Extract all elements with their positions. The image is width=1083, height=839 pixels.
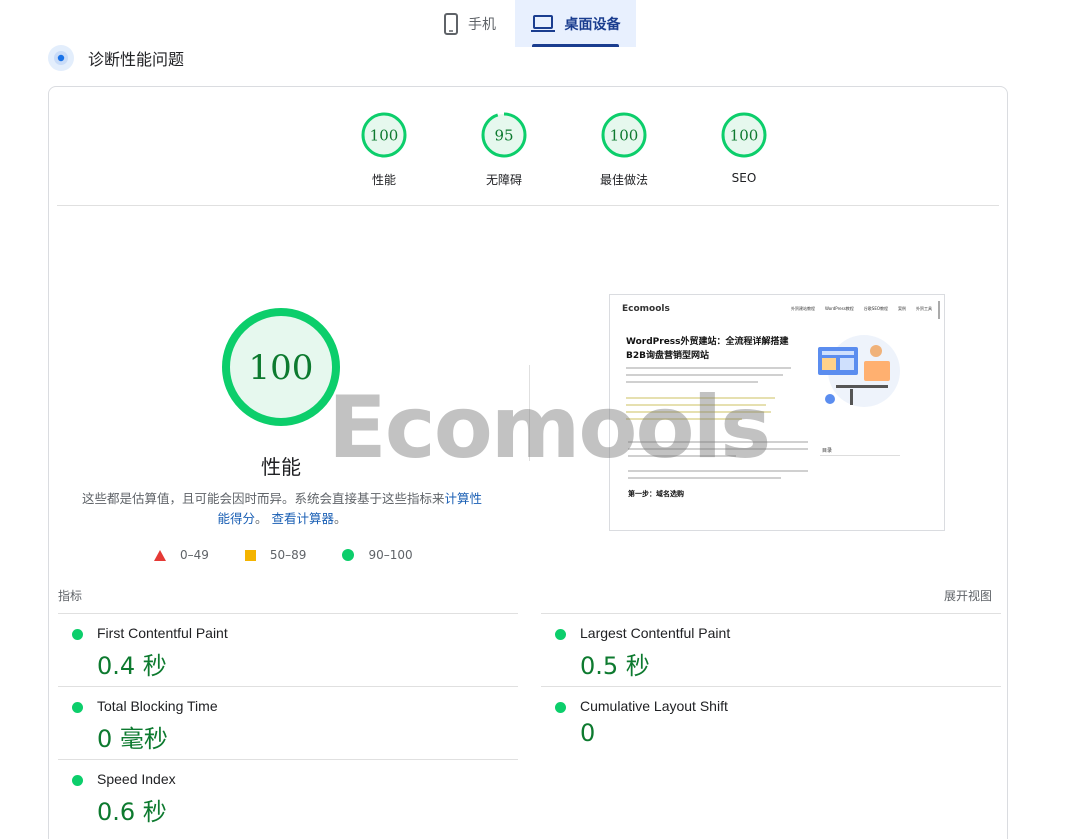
performance-score: 100 [249, 348, 314, 388]
metric-speed-index: Speed Index 0.6 秒 [58, 759, 518, 832]
thumb-body-lines [628, 441, 808, 484]
gauge-seo[interactable]: 100 SEO [684, 111, 804, 188]
lighthouse-icon [48, 45, 74, 71]
page-screenshot[interactable]: Ecomools 外贸建站教程 WordPress教程 谷歌SEO教程 案例 外… [609, 294, 945, 531]
tab-mobile-label: 手机 [468, 16, 496, 33]
note-suffix: 。 [334, 511, 347, 526]
performance-title: 性能 [261, 455, 301, 479]
gauge-label: 最佳做法 [599, 173, 648, 187]
gauge-ring: 100 [721, 112, 767, 158]
legend-average: 50–89 [244, 548, 307, 562]
metrics-header: 指标 展开视图 [58, 587, 992, 604]
pass-dot-icon [72, 629, 83, 640]
circle-icon [342, 549, 355, 561]
divider [57, 205, 999, 206]
diagnostics-header: 诊断性能问题 [48, 45, 184, 71]
gauge-score: 95 [494, 127, 513, 145]
performance-gauge-large: 100 [222, 308, 340, 426]
thumb-section-heading: 第一步：域名选购 [628, 490, 684, 498]
triangle-icon [154, 549, 166, 561]
square-icon [244, 549, 256, 561]
gauge-score: 100 [610, 127, 639, 145]
legend-pass-label: 90–100 [368, 548, 413, 562]
gauge-label: 无障碍 [485, 173, 522, 187]
thumb-toc-label: 目录 [822, 448, 833, 454]
vertical-divider [529, 365, 530, 461]
pass-dot-icon [72, 775, 83, 786]
thumb-logo: Ecomools [622, 304, 670, 314]
tab-desktop[interactable]: 桌面设备 [515, 0, 636, 47]
gauge-score: 100 [730, 127, 759, 145]
thumb-nav-item: 案例 [898, 306, 906, 311]
expand-view-button[interactable]: 展开视图 [944, 587, 992, 604]
metric-tbt: Total Blocking Time 0 毫秒 [58, 686, 518, 759]
metric-name: Largest Contentful Paint [580, 625, 731, 641]
metric-value: 0 毫秒 [97, 725, 168, 753]
report-card: 100 性能 95 无障碍 100 最佳做法 100 SEO 100 性能 这些… [48, 86, 1008, 839]
thumb-toc-divider [820, 455, 900, 456]
gauge-performance[interactable]: 100 性能 [324, 111, 444, 188]
score-legend: 0–49 50–89 90–100 [154, 548, 413, 562]
thumb-nav-items: 外贸建站教程 WordPress教程 谷歌SEO教程 案例 外贸工具 [791, 306, 932, 312]
pass-dot-icon [72, 702, 83, 713]
metric-name: First Contentful Paint [97, 625, 228, 641]
metric-value: 0.4 秒 [97, 652, 167, 680]
gauge-label: 性能 [371, 173, 396, 187]
thumb-nav-item: 外贸建站教程 [790, 306, 815, 311]
tab-desktop-label: 桌面设备 [564, 16, 621, 33]
gauge-label: SEO [731, 171, 757, 185]
legend-average-label: 50–89 [269, 548, 307, 562]
metric-name: Total Blocking Time [97, 698, 218, 714]
thumb-nav-item: 外贸工具 [916, 306, 932, 311]
legend-fail: 0–49 [154, 548, 209, 562]
gauge-accessibility[interactable]: 95 无障碍 [444, 111, 564, 188]
metric-value: 0.6 秒 [97, 798, 167, 826]
gauge-ring: 100 [361, 112, 407, 158]
performance-note: 这些都是估算值，且可能会因时而异。系统会直接基于这些指标来计算性能得分。 查看计… [77, 489, 487, 529]
pass-dot-icon [555, 629, 566, 640]
metric-value: 0.5 秒 [580, 652, 650, 680]
thumb-scrollbar [938, 301, 940, 319]
metric-value: 0 [580, 719, 596, 747]
metric-name: Cumulative Layout Shift [580, 698, 728, 714]
legend-pass: 90–100 [342, 548, 413, 562]
thumb-nav-item: 谷歌SEO教程 [863, 306, 888, 311]
gauge-ring: 100 [601, 112, 647, 158]
metric-cls: Cumulative Layout Shift 0 [541, 686, 1001, 759]
tab-mobile[interactable]: 手机 [425, 0, 515, 47]
device-tabs: 手机 桌面设备 [425, 0, 636, 47]
thumb-nav: Ecomools 外贸建站教程 WordPress教程 谷歌SEO教程 案例 外… [610, 295, 944, 323]
legend-fail-label: 0–49 [180, 548, 209, 562]
thumb-nav-item: WordPress教程 [824, 306, 854, 311]
gauge-ring: 95 [481, 112, 527, 158]
thumb-headline: WordPress外贸建站：全流程详解搭建B2B询盘营销型网站 [626, 337, 789, 361]
view-calculator-link[interactable]: 查看计算器 [271, 511, 334, 526]
gauge-best-practices[interactable]: 100 最佳做法 [564, 111, 684, 188]
note-middle: 。 [254, 511, 268, 526]
metric-lcp: Largest Contentful Paint 0.5 秒 [541, 613, 1001, 686]
thumb-text-lines [626, 367, 791, 425]
laptop-icon [530, 14, 555, 33]
diagnostics-title: 诊断性能问题 [88, 50, 185, 69]
pass-dot-icon [555, 702, 566, 713]
category-gauges: 100 性能 95 无障碍 100 最佳做法 100 SEO [324, 111, 804, 188]
metric-fcp: First Contentful Paint 0.4 秒 [58, 613, 518, 686]
phone-icon [444, 12, 458, 35]
metric-name: Speed Index [97, 771, 176, 787]
gauge-score: 100 [370, 127, 399, 145]
metrics-title: 指标 [58, 589, 83, 603]
note-prefix: 这些都是估算值，且可能会因时而异。系统会直接基于这些指标来 [81, 491, 445, 506]
thumb-illustration [818, 335, 900, 407]
